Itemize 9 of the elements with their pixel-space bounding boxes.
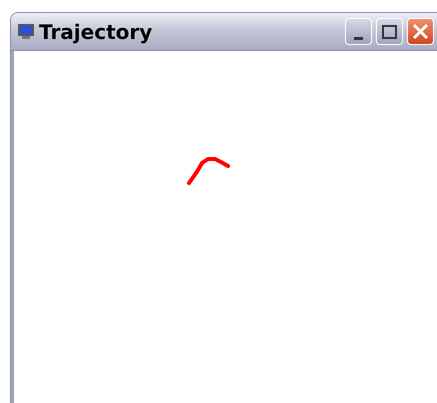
window-title: Trajectory [39,22,152,42]
minimize-button[interactable] [345,18,372,45]
close-icon [413,24,428,39]
trajectory-curve [187,157,230,185]
close-button[interactable] [407,18,434,45]
maximize-icon [382,24,397,38]
app-icon [17,22,35,40]
maximize-button[interactable] [376,18,403,45]
minimize-icon [354,37,363,40]
